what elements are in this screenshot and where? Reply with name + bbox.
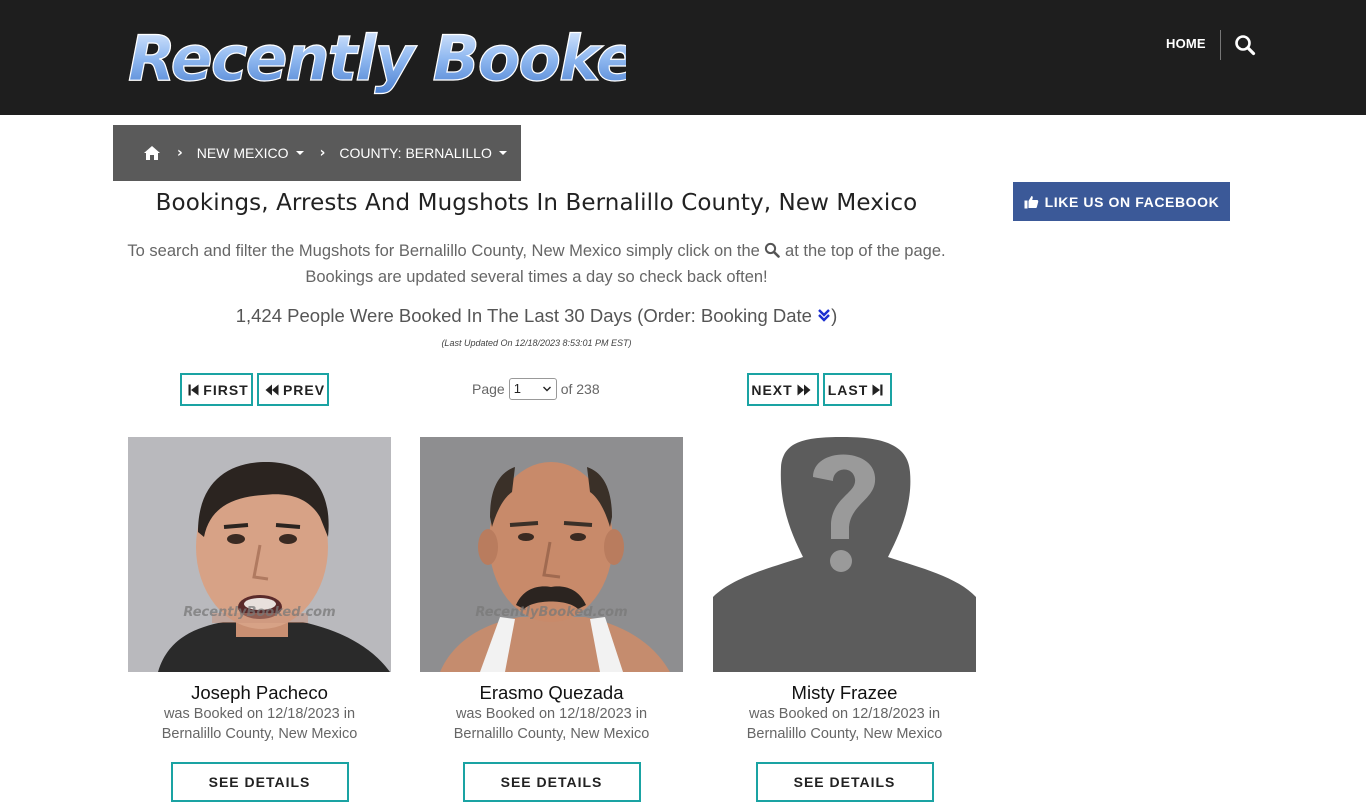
forward-icon	[797, 384, 811, 395]
no-photo-placeholder-icon	[713, 437, 976, 672]
last-page-button[interactable]: LAST	[823, 373, 892, 406]
page-title: Bookings, Arrests And Mugshots In Bernal…	[155, 190, 918, 216]
first-page-label: FIRST	[203, 381, 249, 398]
page-number-value: 1	[513, 381, 521, 396]
mugshot-photo[interactable]: RecentlyBooked.com	[128, 437, 391, 672]
logo-text: Recently Booked	[128, 22, 626, 95]
sort-descending-icon[interactable]	[817, 307, 831, 323]
breadcrumb-state-label: NEW MEXICO	[196, 145, 289, 161]
person-name[interactable]: Joseph Pacheco	[128, 682, 391, 704]
search-icon	[765, 242, 781, 258]
intro-text-line2: Bookings are updated several times a day…	[305, 268, 768, 286]
facebook-like-label: LIKE US ON FACEBOOK	[1044, 193, 1220, 210]
breadcrumb: › NEW MEXICO › COUNTY: BERNALILLO	[113, 125, 521, 181]
backward-icon	[265, 384, 279, 395]
last-page-label: LAST	[827, 381, 869, 398]
intro-text-part2: at the top of the page.	[785, 242, 946, 260]
next-page-label: NEXT	[751, 381, 793, 398]
photo-watermark: RecentlyBooked.com	[475, 605, 628, 620]
intro-text-part1: To search and filter the Mugshots for Be…	[127, 242, 760, 260]
breadcrumb-separator-icon: ›	[177, 145, 183, 161]
last-updated: (Last Updated On 12/18/2023 8:53:01 PM E…	[441, 338, 632, 348]
breadcrumb-county-label: COUNTY: BERNALILLO	[339, 145, 492, 161]
booking-card: RecentlyBooked.com Joseph Pacheco was Bo…	[128, 437, 391, 802]
intro-text: To search and filter the Mugshots for Be…	[113, 238, 960, 290]
prev-page-button[interactable]: PREV	[257, 373, 329, 406]
page-total: of 238	[560, 381, 600, 397]
page-number-select[interactable]: 1	[508, 378, 557, 400]
next-page-button[interactable]: NEXT	[747, 373, 819, 406]
booking-card: RecentlyBooked.com Erasmo Quezada was Bo…	[420, 437, 683, 802]
page-selector: Page 1 of 238	[472, 378, 600, 400]
booking-date: was Booked on 12/18/2023 in	[455, 706, 648, 722]
thumbs-up-icon	[1024, 195, 1038, 208]
home-icon[interactable]	[143, 145, 161, 161]
photo-watermark: RecentlyBooked.com	[183, 605, 336, 620]
see-details-button[interactable]: SEE DETAILS	[462, 762, 641, 802]
first-page-icon	[188, 384, 199, 395]
booking-location: Bernalillo County, New Mexico	[161, 726, 358, 742]
first-page-button[interactable]: FIRST	[180, 373, 253, 406]
see-details-button[interactable]: SEE DETAILS	[755, 762, 934, 802]
breadcrumb-county[interactable]: COUNTY: BERNALILLO	[339, 145, 507, 161]
see-details-button[interactable]: SEE DETAILS	[170, 762, 349, 802]
page-label: Page	[472, 381, 505, 397]
prev-page-label: PREV	[282, 381, 326, 398]
booking-count-close: )	[831, 305, 838, 326]
mugshot-image	[420, 437, 683, 672]
chevron-down-icon	[542, 386, 551, 392]
breadcrumb-separator-icon: ›	[319, 145, 326, 161]
last-page-icon	[872, 384, 883, 395]
facebook-like-button[interactable]: LIKE US ON FACEBOOK	[1013, 182, 1230, 221]
booking-location: Bernalillo County, New Mexico	[453, 726, 650, 742]
site-logo[interactable]: Recently Booked	[126, 16, 626, 96]
booking-card: Misty Frazee was Booked on 12/18/2023 in…	[713, 437, 976, 802]
booking-location: Bernalillo County, New Mexico	[746, 726, 943, 742]
booking-count: 1,424 People Were Booked In The Last 30 …	[113, 305, 960, 327]
caret-down-icon	[498, 151, 507, 155]
person-name[interactable]: Misty Frazee	[713, 682, 976, 704]
mugshot-photo[interactable]: RecentlyBooked.com	[420, 437, 683, 672]
breadcrumb-state[interactable]: NEW MEXICO	[197, 145, 304, 161]
person-name[interactable]: Erasmo Quezada	[420, 682, 683, 704]
booking-date: was Booked on 12/18/2023 in	[748, 706, 941, 722]
caret-down-icon	[295, 151, 304, 155]
site-header: Recently Booked HOME	[0, 0, 1366, 115]
booking-count-text: 1,424 People Were Booked In The Last 30 …	[235, 305, 812, 326]
nav-divider	[1220, 30, 1221, 60]
search-icon[interactable]	[1234, 34, 1256, 56]
booking-date: was Booked on 12/18/2023 in	[163, 706, 356, 722]
nav-home-link[interactable]: HOME	[1166, 36, 1206, 54]
mugshot-photo[interactable]	[713, 437, 976, 672]
mugshot-image	[128, 437, 391, 672]
